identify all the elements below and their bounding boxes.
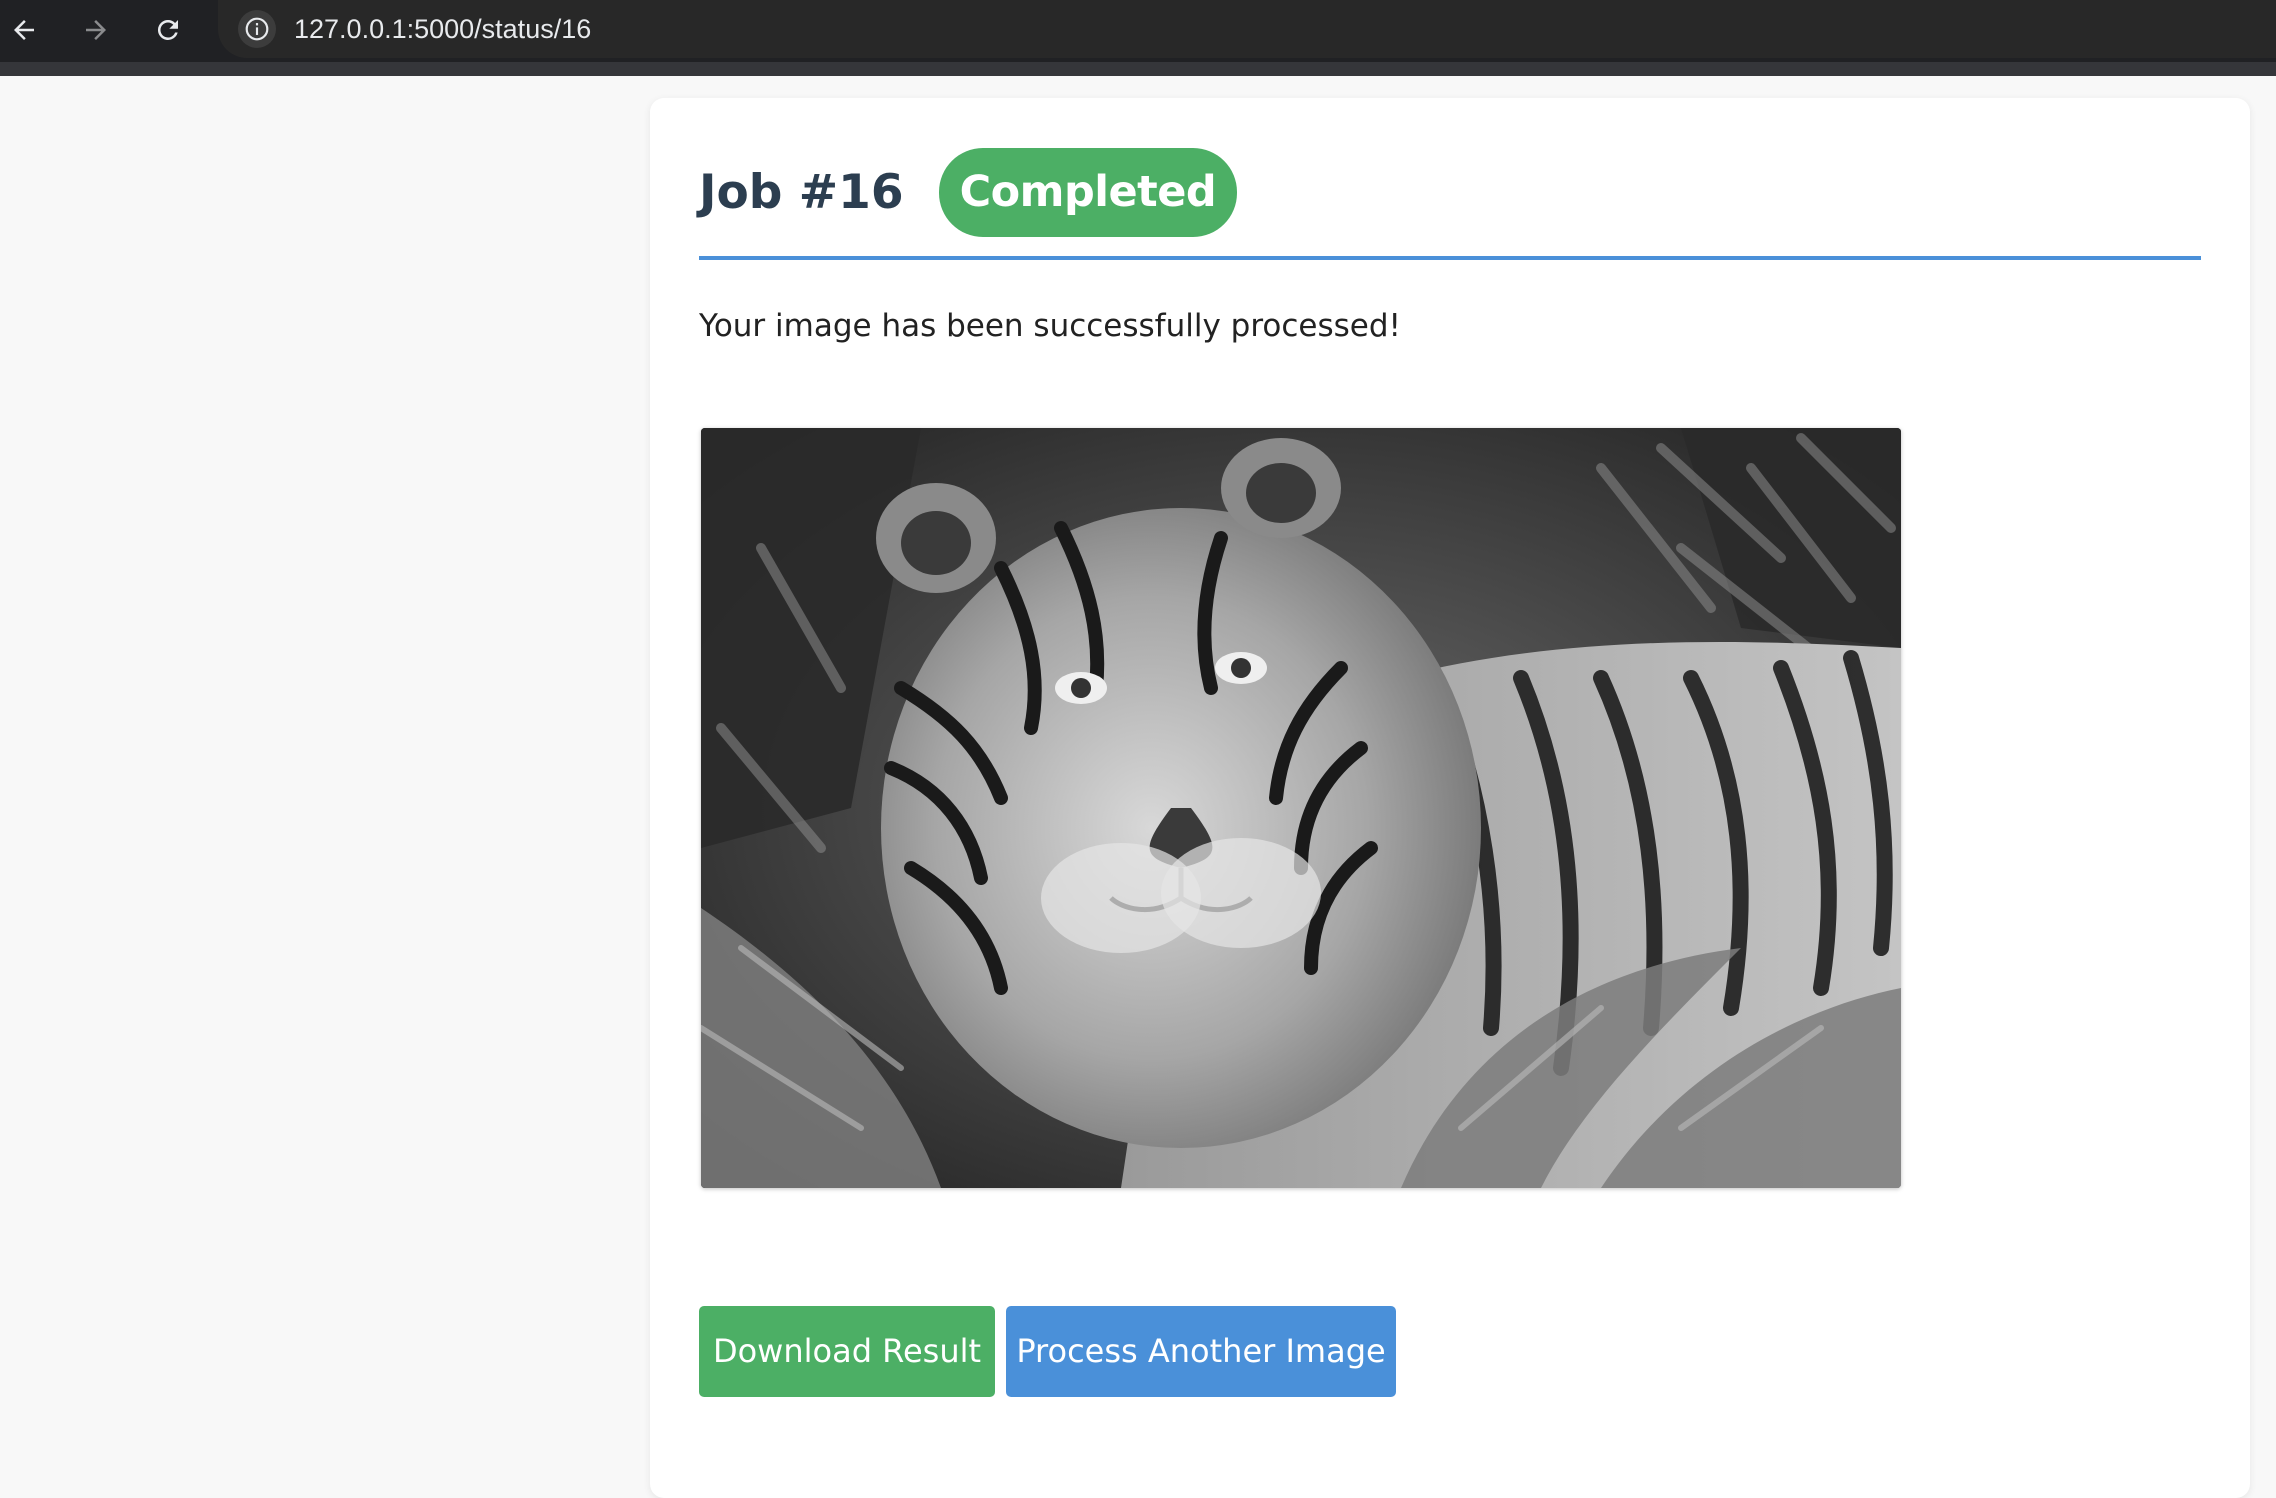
status-badge: Completed xyxy=(938,148,1238,237)
reload-icon xyxy=(153,15,183,45)
toolbar-divider xyxy=(0,62,2276,76)
forward-button[interactable] xyxy=(72,6,120,54)
reload-button[interactable] xyxy=(144,6,192,54)
browser-toolbar: 127.0.0.1:5000/status/16 xyxy=(0,0,2276,62)
page-body: Job #16 Completed Your image has been su… xyxy=(0,76,2276,1498)
back-button[interactable] xyxy=(0,6,48,54)
process-another-image-button[interactable]: Process Another Image xyxy=(1006,1306,1396,1397)
arrow-right-icon xyxy=(81,15,111,45)
job-header: Job #16 Completed xyxy=(699,148,1238,237)
url-text[interactable]: 127.0.0.1:5000/status/16 xyxy=(294,11,591,47)
result-image xyxy=(701,428,1901,1188)
success-message: Your image has been successfully process… xyxy=(699,308,1401,344)
arrow-left-icon xyxy=(9,15,39,45)
info-icon[interactable] xyxy=(238,10,276,48)
grayscale-tiger-image xyxy=(701,428,1901,1188)
download-result-button[interactable]: Download Result xyxy=(699,1306,995,1397)
address-bar[interactable]: 127.0.0.1:5000/status/16 xyxy=(218,0,2276,58)
page-title: Job #16 xyxy=(699,164,904,220)
job-status-card: Job #16 Completed Your image has been su… xyxy=(650,98,2250,1498)
header-divider xyxy=(699,256,2201,260)
